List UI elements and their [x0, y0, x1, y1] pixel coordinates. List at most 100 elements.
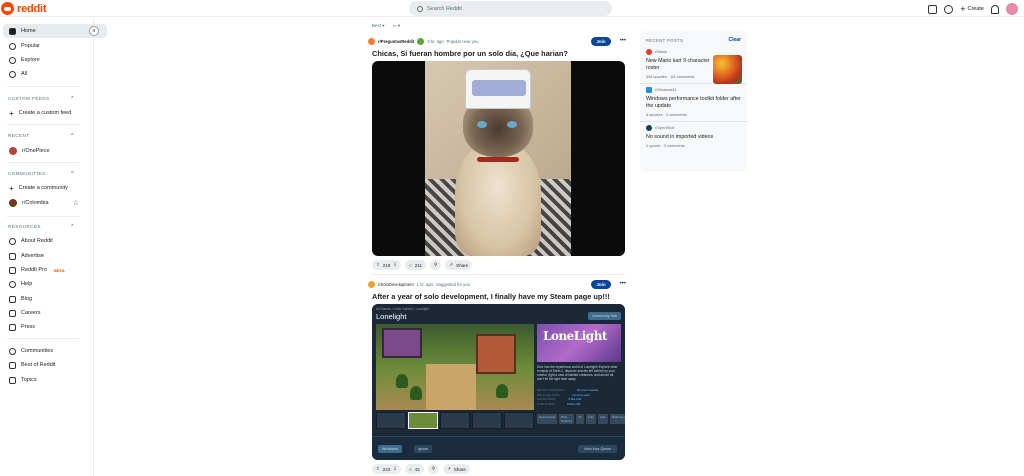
vote-count: 222: [382, 466, 391, 472]
upvote-icon[interactable]: ⇧: [376, 466, 380, 472]
sidebar-item-label: r/Colombia: [22, 200, 49, 206]
sidebar-item-popular[interactable]: Popular: [0, 39, 107, 53]
thumbnail: [376, 412, 406, 429]
join-button[interactable]: Join: [591, 36, 611, 46]
notifications-icon[interactable]: [991, 4, 999, 14]
recent-section-header[interactable]: RECENT ^: [8, 133, 74, 139]
windows-icon: [646, 87, 652, 93]
sort-dropdown[interactable]: Best ▾: [372, 23, 385, 29]
upvote-icon[interactable]: ⇧: [376, 262, 380, 268]
advertise-icon[interactable]: [928, 4, 938, 14]
vote-control[interactable]: ⇧ 222 ⇩: [372, 464, 402, 474]
search-placeholder: Search Reddit: [427, 5, 462, 12]
share-button[interactable]: ↗ Share: [443, 464, 470, 474]
clear-button[interactable]: Clear: [728, 37, 741, 43]
sort-label: Best: [372, 23, 382, 28]
sidebar-item-explore[interactable]: Explore: [0, 53, 107, 67]
sidebar-item-all[interactable]: All: [0, 67, 107, 81]
more-options-icon[interactable]: •••: [620, 38, 626, 44]
collapse-sidebar-button[interactable]: ≡: [89, 26, 99, 36]
post-time: 3 hr. ago: [427, 38, 444, 44]
share-button[interactable]: ↗ Share: [445, 260, 473, 270]
sidebar-item-about-reddit[interactable]: About Reddit: [0, 234, 107, 248]
create-button[interactable]: + Create: [960, 4, 984, 14]
subreddit-avatar: [646, 125, 652, 131]
game-capsule: LoneLight: [537, 324, 621, 362]
section-title: RESOURCES: [8, 224, 42, 229]
sidebar-item-topics[interactable]: Topics: [0, 373, 107, 387]
sidebar-item-communities[interactable]: Communities: [0, 344, 107, 358]
subreddit-name[interactable]: r/PreguntasReddit: [378, 39, 414, 44]
pixel-tree: [410, 386, 422, 400]
sidebar-item-press[interactable]: Press: [0, 320, 107, 334]
post-image[interactable]: [372, 61, 625, 256]
reddit-logo[interactable]: reddit: [1, 2, 47, 15]
custom-feeds-section-header[interactable]: CUSTOM FEEDS ^: [8, 96, 74, 102]
comments-button[interactable]: ○ 42: [405, 464, 424, 474]
meta-value: Coming soon: [572, 392, 590, 397]
comment-count: 211: [414, 262, 422, 268]
sidebar-item-label: Popular: [21, 43, 40, 49]
vote-control[interactable]: ⇧ 219 ⇩: [372, 260, 402, 270]
recent-post-item[interactable]: r/Windows11 Windows performance toolkit …: [640, 84, 747, 122]
sidebar-item-create-custom-feed[interactable]: + Create a custom feed: [0, 106, 107, 120]
subreddit-flair-icon: [417, 37, 425, 45]
sidebar-item-create-community[interactable]: + Create a community: [0, 181, 107, 195]
sidebar-item-label: Help: [21, 281, 33, 287]
thumbnail: [408, 412, 438, 429]
all-icon: [9, 70, 16, 78]
view-toggle-icon[interactable]: ▭ ▾: [393, 23, 401, 29]
onepiece-avatar: [9, 147, 17, 155]
award-icon: ⚲: [433, 262, 438, 267]
sidebar-item-colombia[interactable]: r/Colombia ☆: [0, 196, 107, 210]
sidebar-item-reddit-pro[interactable]: Reddit Pro BETA: [0, 263, 107, 277]
recent-post-title: New Mario kart 9 character roster: [646, 58, 710, 71]
post-title[interactable]: Chicas, Si fueran hombre por un solo dia…: [372, 49, 630, 58]
sidebar-item-best-of-reddit[interactable]: Best of Reddit: [0, 358, 107, 372]
recent-post-item[interactable]: r/OpenShot No sound in imported videos 1…: [640, 122, 747, 152]
post-image[interactable]: All Games > Indie Games > Lonelight Lone…: [372, 304, 625, 460]
post-title[interactable]: After a year of solo development, I fina…: [372, 292, 630, 301]
downvote-icon[interactable]: ⇩: [393, 262, 397, 268]
resources-section-header[interactable]: RESOURCES ^: [8, 224, 74, 230]
ignore-button: Ignore: [414, 445, 432, 453]
subreddit-avatar[interactable]: [368, 280, 375, 288]
bar-chart-icon: [9, 266, 16, 274]
game-tags: Metroidvania Pixel Graphics 2D Indie Cut…: [537, 414, 625, 424]
user-avatar[interactable]: [1006, 3, 1018, 15]
search-icon: [417, 5, 423, 12]
sidebar-item-careers[interactable]: Careers: [0, 306, 107, 320]
comments-button[interactable]: ○ 211: [405, 260, 426, 270]
sidebar-item-blog[interactable]: Blog: [0, 292, 107, 306]
subreddit-name[interactable]: r/SoloDevelopment: [378, 282, 414, 287]
sidebar-item-advertise[interactable]: Advertise: [0, 249, 107, 263]
join-button[interactable]: Join: [591, 279, 611, 289]
sidebar-item-label: Careers: [21, 310, 41, 316]
sidebar-item-onepiece[interactable]: r/OnePiece: [0, 144, 107, 158]
more-options-icon[interactable]: •••: [620, 281, 626, 287]
recent-post-thumbnail: [713, 55, 742, 84]
sidebar-divider: [7, 338, 79, 339]
cup-on-head: [465, 69, 531, 109]
chevron-up-icon: ^: [71, 96, 74, 102]
search-input[interactable]: Search Reddit: [409, 1, 612, 16]
downvote-icon[interactable]: ⇩: [393, 466, 397, 472]
post-reason: Suggested for you: [435, 281, 470, 287]
menu-icon: ≡: [92, 28, 96, 34]
chat-icon[interactable]: [944, 4, 954, 14]
post-card[interactable]: r/SoloDevelopment 1 hr. ago Suggested fo…: [368, 278, 630, 474]
sidebar-divider: [7, 216, 79, 217]
sidebar-item-label: r/OnePiece: [22, 148, 50, 154]
post-card[interactable]: r/PreguntasReddit 3 hr. ago Popular near…: [368, 35, 630, 270]
communities-section-header[interactable]: COMMUNITIES ^: [8, 171, 74, 177]
logo-text: reddit: [17, 2, 47, 15]
subreddit-avatar[interactable]: [368, 37, 375, 45]
award-button[interactable]: ⚲: [429, 260, 442, 270]
section-title: COMMUNITIES: [8, 171, 46, 176]
sidebar-item-help[interactable]: Help: [0, 277, 107, 291]
recent-post-item[interactable]: r/Mario New Mario kart 9 character roste…: [640, 46, 747, 84]
award-button[interactable]: ⚲: [427, 464, 440, 474]
meta-label: PUBLISHER:: [537, 401, 555, 406]
recent-post-subreddit: r/Windows11: [646, 87, 741, 93]
favorite-star-icon[interactable]: ☆: [73, 199, 79, 207]
